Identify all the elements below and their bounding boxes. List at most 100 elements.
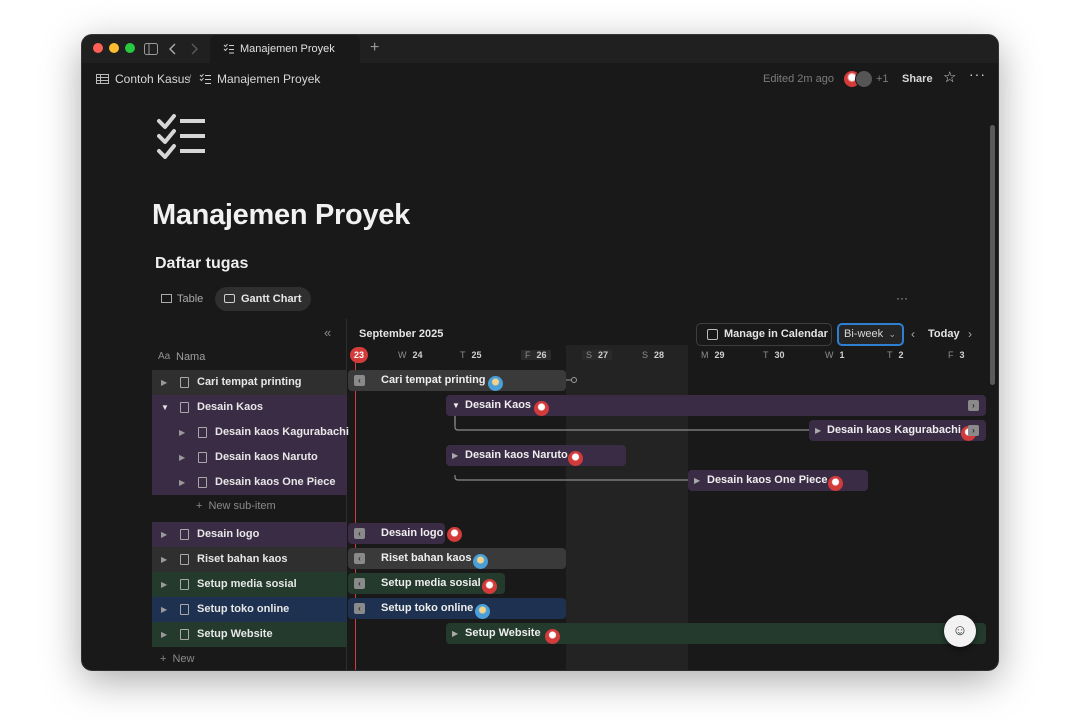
expand-arrow-icon[interactable]: ▶ [815,420,821,441]
gantt-bar[interactable]: ‹ Setup toko online [348,598,566,619]
forward-arrow-icon[interactable] [190,43,198,55]
next-range-icon[interactable]: › [968,327,972,341]
day-label: T 25 [460,350,482,360]
expand-arrow-icon[interactable]: ▶ [161,547,167,572]
gantt-bar[interactable]: ‹ Desain logo [348,523,445,544]
gantt-bar[interactable]: ‹ Setup media sosial [348,573,505,594]
open-page-icon[interactable]: ‹ [354,603,365,614]
name-column-header: Nama [176,351,206,363]
task-name: Desain kaos One Piece [215,476,336,488]
gantt-bar-label: Cari tempat printing [381,374,486,386]
breadcrumb-workspace[interactable]: Contoh Kasus [115,72,190,86]
expand-arrow-icon[interactable]: ▶ [179,445,185,470]
expand-arrow-icon[interactable]: ▶ [179,470,185,495]
list-item[interactable]: ▶ Riset bahan kaos [152,547,347,572]
tab-table[interactable]: Table [152,287,212,311]
avatar [534,400,549,416]
gantt-bar-label: Setup Website [465,627,541,639]
task-name: Setup Website [197,628,273,640]
gantt-bar[interactable]: ▼ Desain Kaos › [446,395,986,416]
view-options-icon[interactable]: ··· [896,291,908,305]
list-item[interactable]: ▼ Desain Kaos [152,395,347,420]
collapse-panel-icon[interactable]: « [324,325,331,340]
dependency-handle-icon[interactable] [566,374,578,386]
gantt-bar[interactable]: ▶ Desain kaos One Piece [688,470,868,491]
today-button[interactable]: Today [928,328,960,340]
title-bar: Manajemen Proyek + [82,35,998,63]
expand-arrow-icon[interactable]: ▶ [161,370,167,395]
task-name: Setup toko online [197,603,290,615]
gantt-bar[interactable]: ▶ Desain kaos Naruto [446,445,626,466]
new-item-label: New [172,653,195,665]
new-sub-item-label: New sub-item [208,500,276,512]
page-icon [180,377,189,388]
list-item[interactable]: ▶ Setup toko online [152,597,347,622]
day-label: W 24 [398,350,423,360]
avatar [828,475,843,491]
open-page-icon[interactable]: ‹ [354,553,365,564]
task-name: Setup media sosial [197,578,297,590]
page-icon [180,402,189,413]
database-title: Daftar tugas [155,255,249,272]
list-item[interactable]: ▶ Setup media sosial [152,572,347,597]
expand-arrow-icon[interactable]: ▶ [161,622,167,647]
day-label: T 30 [763,350,785,360]
avatar[interactable] [855,70,873,88]
ai-assistant-button[interactable]: ☺ [944,615,976,647]
collapse-arrow-icon[interactable]: ▼ [452,395,460,416]
today-badge: 23 [350,347,368,363]
list-item[interactable]: ▶ Desain kaos Kagurabachi [152,420,349,445]
gantt-bar[interactable]: ▶ Desain kaos Kagurabachi › [809,420,986,441]
expand-arrow-icon[interactable]: ▶ [452,623,458,644]
range-select[interactable]: Bi-week ⌄ [837,323,904,346]
collaborator-count[interactable]: +1 [876,73,889,85]
vertical-scrollbar[interactable] [990,125,995,385]
gantt-bar[interactable]: ‹ Cari tempat printing [348,370,566,391]
minimize-window-icon[interactable] [109,43,119,53]
day-label: F 26 [521,350,551,360]
avatar [447,527,462,543]
gantt-bar-label: Desain kaos One Piece [707,474,828,486]
day-label: W1 [825,350,845,360]
more-options-icon[interactable]: ··· [969,66,986,82]
list-item[interactable]: ▶ Setup Website [152,622,347,647]
breadcrumb-page[interactable]: Manajemen Proyek [217,72,320,86]
open-page-icon[interactable]: ‹ [354,528,365,539]
gantt-bar[interactable]: ‹ Riset bahan kaos [348,548,566,569]
expand-arrow-icon[interactable]: ▶ [694,470,700,491]
list-item[interactable]: ▶ Desain logo [152,522,347,547]
share-button[interactable]: Share [902,73,933,85]
gantt-bar[interactable]: ▶ Setup Website [446,623,986,644]
expand-arrow-icon[interactable]: ▶ [161,522,167,547]
range-label: Bi-week [844,328,884,340]
gantt-bar-label: Setup toko online [381,602,474,614]
open-page-icon[interactable]: ‹ [354,578,365,589]
expand-arrow-icon[interactable]: ▶ [161,597,167,622]
new-item-button[interactable]: + New [160,653,194,665]
previous-range-icon[interactable]: ‹ [911,327,915,341]
open-page-icon[interactable]: › [968,400,979,411]
collapse-arrow-icon[interactable]: ▼ [161,395,169,420]
tab-gantt-chart[interactable]: Gantt Chart [215,287,311,311]
list-item[interactable]: ▶ Desain kaos Naruto [152,445,347,470]
open-page-icon[interactable]: ‹ [354,375,365,386]
tab-manajemen-proyek[interactable]: Manajemen Proyek [210,35,360,63]
avatar [473,553,488,569]
maximize-window-icon[interactable] [125,43,135,53]
expand-arrow-icon[interactable]: ▶ [452,445,458,466]
tab-title: Manajemen Proyek [240,43,335,55]
open-page-icon[interactable]: › [968,425,979,436]
avatar [475,603,490,619]
list-item[interactable]: ▶ Cari tempat printing [152,370,347,395]
new-sub-item-button[interactable]: + New sub-item [196,500,276,512]
close-window-icon[interactable] [93,43,103,53]
new-tab-icon[interactable]: + [370,39,379,57]
sidebar-toggle-icon[interactable] [144,43,158,55]
expand-arrow-icon[interactable]: ▶ [179,420,185,445]
name-column-icon: Aa [158,351,171,362]
list-item[interactable]: ▶ Desain kaos One Piece [152,470,347,495]
expand-arrow-icon[interactable]: ▶ [161,572,167,597]
favorite-star-icon[interactable]: ☆ [943,68,956,86]
back-arrow-icon[interactable] [169,43,177,55]
manage-calendar-button[interactable]: Manage in Calendar [696,323,832,346]
